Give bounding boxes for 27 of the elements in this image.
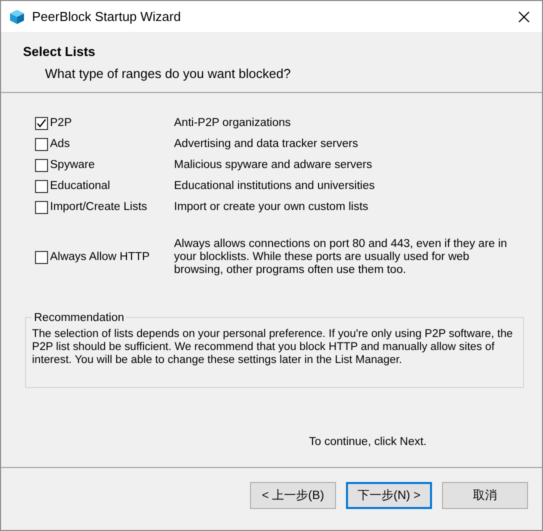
http-description: Always allows connections on port 80 and 443, even if they are in your blocklists. While these ports are usually used for web browsing, other programs often use them too.: [174, 238, 508, 277]
next-button[interactable]: 下一步(N) >: [346, 482, 432, 508]
checkbox[interactable]: [35, 159, 48, 172]
page-subtitle: What type of ranges do you want blocked?: [45, 64, 292, 83]
list-description: Import or create your own custom lists: [174, 200, 368, 215]
checkbox-label[interactable]: Import/Create Lists: [50, 198, 174, 216]
page-title: Select Lists: [23, 43, 96, 61]
list-description: Malicious spyware and adware servers: [174, 158, 372, 173]
checkbox[interactable]: [35, 138, 48, 151]
checkbox-label[interactable]: Ads: [50, 136, 174, 154]
list-description: Anti-P2P organizations: [174, 116, 291, 131]
list-description: Educational institutions and universities: [174, 178, 375, 194]
checkbox-label[interactable]: Educational: [50, 178, 174, 196]
checkbox[interactable]: [35, 180, 48, 193]
cancel-button[interactable]: 取消: [442, 482, 528, 508]
window-title: PeerBlock Startup Wizard: [32, 8, 182, 26]
list-description: Advertising and data tracker servers: [174, 136, 358, 152]
checkbox[interactable]: [35, 117, 48, 130]
checkbox[interactable]: [35, 201, 48, 214]
hint-text: To continue, click Next.: [309, 435, 428, 450]
back-button[interactable]: < 上一步(B): [250, 482, 336, 508]
checkbox-label[interactable]: Always Allow HTTP: [50, 248, 174, 266]
checkbox-label[interactable]: Spyware: [50, 156, 174, 174]
checkbox[interactable]: [35, 251, 48, 264]
checkbox-label[interactable]: P2P: [50, 114, 174, 132]
app-icon: [9, 8, 25, 24]
recommendation-text: The selection of lists depends on your personal preference. If you're only using P2P software, the P2P list should be sufficient. We recommend that you block HTTP and manually allow sites of interest. You will be able to change these settings later in the List Manager.: [32, 328, 514, 367]
